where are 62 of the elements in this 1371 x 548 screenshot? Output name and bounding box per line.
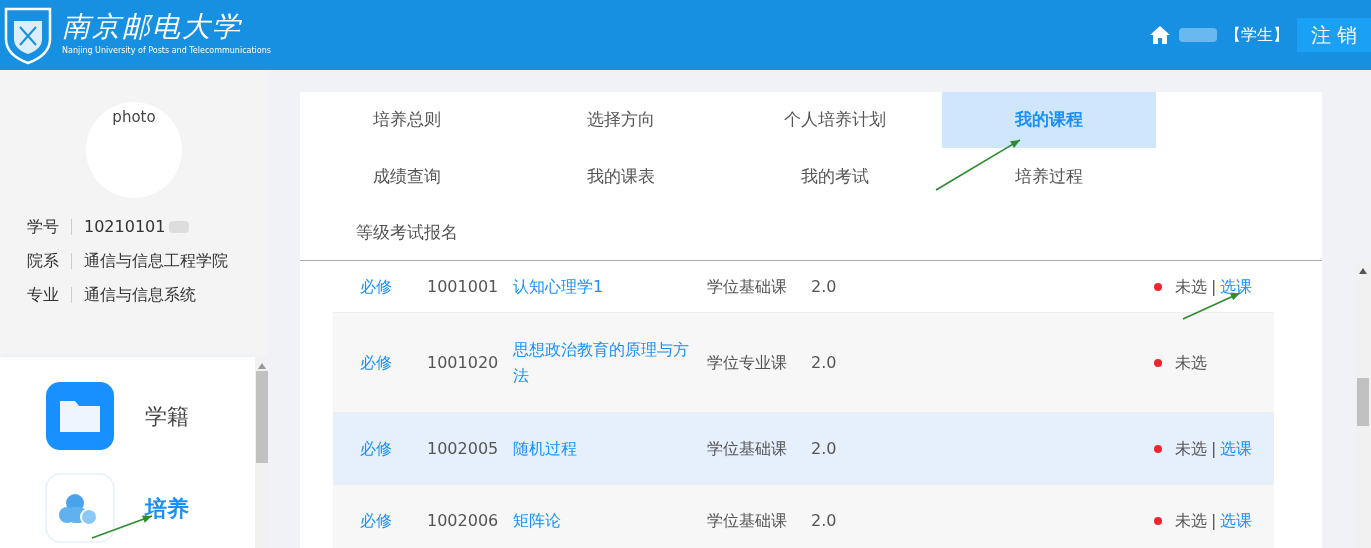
course-credit: 2.0 <box>811 275 838 298</box>
course-name-link[interactable]: 矩阵论 <box>513 507 707 534</box>
scrollbar-thumb[interactable] <box>255 371 268 463</box>
course-credit: 2.0 <box>811 509 838 532</box>
annotation-arrow <box>1182 292 1241 320</box>
course-category: 学位基础课 <box>707 509 788 532</box>
course-category: 学位基础课 <box>707 437 788 460</box>
course-status: 未选 <box>1175 437 1207 460</box>
course-status: 未选 <box>1175 509 1207 532</box>
course-status: 未选 <box>1175 351 1207 374</box>
university-name: 南京邮电大学 <box>62 13 243 41</box>
nav-label: 学籍 <box>145 402 189 431</box>
separator: | <box>1211 437 1217 460</box>
course-code: 1001020 <box>427 351 500 374</box>
field-label: 专业 <box>27 284 59 306</box>
tab[interactable]: 选择方向 <box>514 92 728 148</box>
home-icon <box>1148 25 1171 45</box>
course-name-link[interactable]: 思想政治教育的原理与方法 <box>513 336 707 389</box>
course-name-link[interactable]: 认知心理学1 <box>513 273 707 300</box>
select-course-link[interactable]: 选课 <box>1220 436 1253 461</box>
redaction-blur <box>1178 28 1217 42</box>
field-value: 通信与信息系统 <box>84 284 196 306</box>
tab[interactable]: 我的课表 <box>514 148 728 205</box>
cloud-sprout-icon <box>45 473 115 543</box>
user-role: 【学生】 <box>1224 24 1289 46</box>
course-category: 学位专业课 <box>707 351 788 374</box>
tab[interactable]: 培养总则 <box>300 92 514 148</box>
course-type: 必修 <box>359 351 393 374</box>
course-code: 1001001 <box>427 275 500 298</box>
nav-label: 培养 <box>145 494 189 523</box>
course-code: 1002005 <box>427 437 500 460</box>
course-name-link[interactable]: 随机过程 <box>513 435 707 462</box>
tab[interactable]: 成绩查询 <box>300 148 514 205</box>
field-value: 通信与信息工程学院 <box>84 250 228 272</box>
logout-button[interactable]: 注 销 <box>1296 18 1371 52</box>
course-category: 学位基础课 <box>707 275 788 298</box>
separator: | <box>1211 275 1217 298</box>
scroll-up-icon[interactable] <box>1359 268 1367 274</box>
course-type: 必修 <box>359 509 393 532</box>
photo-alt-text: photo <box>112 107 156 128</box>
tab[interactable]: 个人培养计划 <box>728 92 942 148</box>
course-status: 未选 <box>1175 275 1207 298</box>
course-code: 1002006 <box>427 509 500 532</box>
tab[interactable]: 培养过程 <box>942 148 1156 205</box>
select-course-link[interactable]: 选课 <box>1220 508 1253 533</box>
field-label: 学号 <box>27 216 59 238</box>
separator: | <box>1211 509 1217 532</box>
tab[interactable]: 我的考试 <box>728 148 942 205</box>
course-type: 必修 <box>359 275 393 298</box>
tab[interactable]: 我的课程 <box>942 92 1156 148</box>
select-course-link[interactable]: 选课 <box>1220 274 1253 299</box>
course-credit: 2.0 <box>811 437 838 460</box>
field-value: 10210101 <box>84 216 166 238</box>
nav-item[interactable]: 培养 <box>45 473 255 543</box>
folder-icon <box>45 381 115 451</box>
nav-item[interactable]: 学籍 <box>45 381 255 451</box>
course-credit: 2.0 <box>811 351 838 374</box>
scrollbar-thumb[interactable] <box>1357 378 1369 426</box>
field-label: 院系 <box>27 250 59 272</box>
course-type: 必修 <box>359 437 393 460</box>
tab[interactable]: 等级考试报名 <box>300 205 514 261</box>
university-subtitle: Nanjing University of Posts and Telecommunications <box>62 45 271 57</box>
